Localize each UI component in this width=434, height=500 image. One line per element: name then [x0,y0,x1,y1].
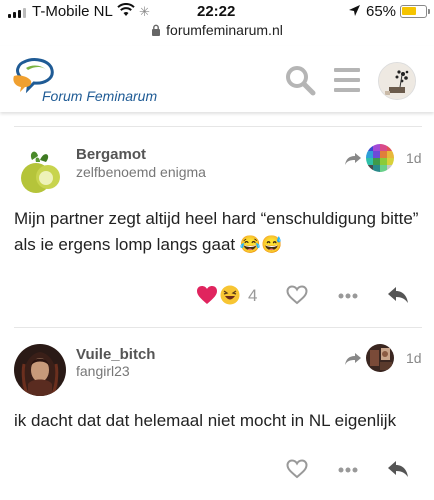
like-icon[interactable] [286,459,308,479]
search-icon[interactable] [284,64,316,96]
reply-to-arrow-icon[interactable] [344,352,362,366]
post-actions: 4 [0,282,434,312]
username[interactable]: Bergamot [76,146,146,163]
more-icon[interactable] [338,467,358,473]
status-bar: T-Mobile NL ✳ 22:22 65% [0,0,434,24]
more-icon[interactable] [338,293,358,299]
url-bar[interactable]: forumfeminarum.nl [0,22,434,42]
site-header: Forum Feminarum [0,46,434,112]
location-arrow-icon [349,5,360,16]
user-avatar[interactable] [14,344,66,396]
reply-to-avatar[interactable] [366,144,394,172]
user-avatar[interactable] [378,62,416,100]
heart-reaction-icon[interactable] [196,285,218,305]
carrier-name: T-Mobile NL [32,3,113,20]
post-item: Vuile_bitch fangirl23 1d ik dacht dat da… [0,342,434,500]
reply-avatar-image [366,344,394,372]
wifi-icon [117,3,135,16]
divider [14,126,422,127]
pixel-avatar-image [366,144,394,172]
like-count[interactable]: 4 [248,286,257,306]
lock-icon [152,24,161,36]
bergamot-avatar-image [14,144,66,196]
post-divider [14,327,422,328]
hamburger-menu-icon[interactable] [333,67,361,93]
reply-icon[interactable] [387,460,409,478]
post-date[interactable]: 1d [406,150,422,166]
post-item: Bergamot zelfbenoemd enigma 1d Mijn part… [0,140,434,326]
user-title: fangirl23 [76,363,130,379]
logo-text[interactable]: Forum Feminarum [42,88,157,104]
signal-strength-icon [8,8,26,18]
post-date[interactable]: 1d [406,350,422,366]
battery-icon [400,5,430,18]
user-avatar[interactable] [14,144,66,196]
laughing-face-reaction-icon[interactable] [220,285,240,305]
like-icon[interactable] [286,285,308,305]
battery-fill [402,7,416,15]
post-actions [0,456,434,486]
post-body: ik dacht dat dat helemaal niet mocht in … [14,411,397,430]
url-text: forumfeminarum.nl [166,22,283,38]
post-body: Mijn partner zegt altijd heel hard “ensc… [14,209,419,254]
reply-to-arrow-icon[interactable] [344,152,362,166]
reply-to-avatar[interactable] [366,344,394,372]
reply-icon[interactable] [387,286,409,304]
battery-percentage: 65% [366,3,397,20]
user-title: zelfbenoemd enigma [76,164,206,180]
username[interactable]: Vuile_bitch [76,346,155,363]
avatar-image [379,63,415,99]
clock: 22:22 [197,3,236,20]
loading-spinner-icon: ✳ [139,4,150,19]
vuile-bitch-avatar-image [14,344,66,396]
